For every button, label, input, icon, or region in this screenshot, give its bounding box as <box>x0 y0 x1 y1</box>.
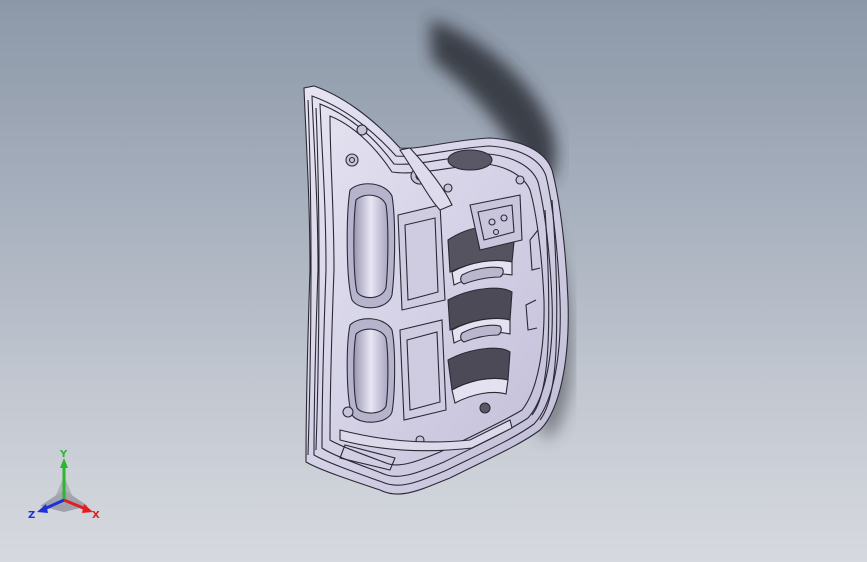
hinge-bracket <box>469 194 523 251</box>
reference-triad: Y X Z <box>28 449 100 521</box>
trunk-lid-part[interactable] <box>303 85 569 495</box>
z-axis-label: Z <box>28 510 35 521</box>
model-view[interactable] <box>0 0 867 562</box>
graphics-viewport[interactable]: Y X Z <box>0 0 867 562</box>
y-axis-label: Y <box>59 449 68 460</box>
x-axis-label: X <box>92 510 100 521</box>
